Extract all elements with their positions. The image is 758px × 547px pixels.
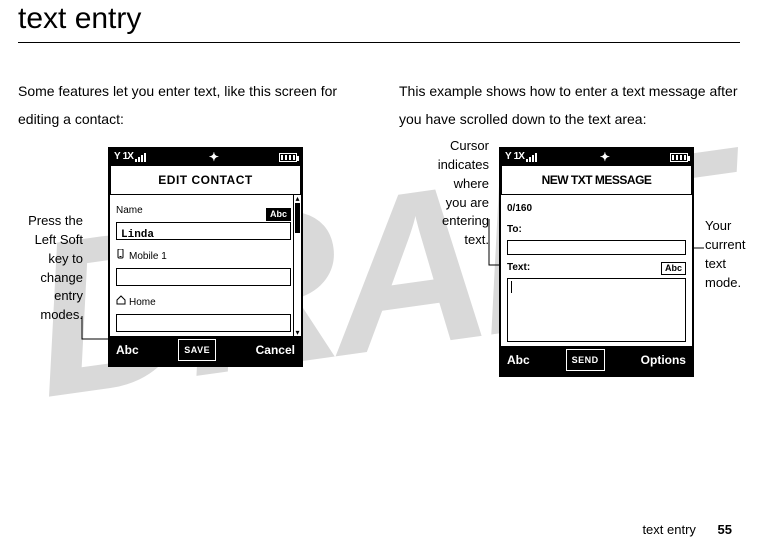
plus-icon: ✦ (209, 145, 219, 169)
home-input[interactable] (116, 314, 291, 332)
screen-body: Name Abc Linda Mobile 1 (110, 195, 301, 336)
to-label: To: (507, 220, 686, 240)
edit-contact-screen: 1X ✦ EDIT CONTACT Name Abc (108, 147, 303, 367)
home-field-label: Home (116, 293, 291, 313)
softkey-row: Abc SEND Options (501, 346, 692, 375)
char-counter: 0/160 (507, 199, 686, 220)
center-softkey[interactable]: SAVE (178, 339, 216, 361)
screen-title: EDIT CONTACT (110, 165, 301, 195)
center-softkey[interactable]: SEND (566, 349, 605, 371)
signal-bars-icon (135, 153, 149, 162)
softkey-row: Abc SAVE Cancel (110, 336, 301, 365)
battery-icon (670, 153, 688, 162)
mobile-field-label: Mobile 1 (116, 247, 291, 267)
left-softkey[interactable]: Abc (116, 338, 139, 362)
new-txt-screen: 1X ✦ NEW TXT MESSAGE 0/160 To: (499, 147, 694, 377)
right-softkey[interactable]: Cancel (256, 338, 295, 362)
right-intro-text: This example shows how to enter a text m… (399, 77, 740, 133)
mobile-icon (116, 247, 126, 267)
cursor-callout: Cursor indicates where you are entering … (427, 137, 489, 250)
page-number: 55 (718, 522, 732, 537)
text-label-row: Text: Abc (507, 258, 686, 278)
name-input[interactable]: Linda (116, 222, 291, 240)
page-footer: text entry 55 (642, 522, 732, 537)
scrollbar[interactable]: ▴ ▾ (293, 195, 300, 336)
status-bar: 1X ✦ (110, 149, 301, 165)
footer-section-label: text entry (642, 522, 695, 537)
text-mode-chip: Abc (661, 262, 686, 275)
plus-icon: ✦ (600, 145, 610, 169)
message-textarea[interactable] (507, 278, 686, 342)
home-icon (116, 293, 126, 313)
antenna-icon (505, 147, 512, 167)
network-1x: 1X (514, 147, 524, 167)
mobile-input[interactable] (116, 268, 291, 286)
left-callout: Press the Left Soft key to change entry … (8, 212, 83, 325)
title-rule (18, 42, 740, 43)
screen-title: NEW TXT MESSAGE (501, 165, 692, 195)
scroll-down-icon[interactable]: ▾ (294, 329, 301, 336)
signal-bars-icon (526, 153, 540, 162)
right-softkey[interactable]: Options (641, 348, 686, 372)
screen-body: 0/160 To: Text: Abc (501, 195, 692, 346)
left-intro-text: Some features let you enter text, like t… (18, 77, 359, 133)
status-bar: 1X ✦ (501, 149, 692, 165)
network-1x: 1X (123, 147, 133, 167)
page-title: text entry (18, 0, 740, 36)
scroll-thumb[interactable] (295, 203, 300, 233)
to-input[interactable] (507, 240, 686, 255)
text-mode-chip: Abc (266, 208, 291, 221)
text-label: Text: (507, 258, 530, 278)
left-softkey[interactable]: Abc (507, 348, 530, 372)
battery-icon (279, 153, 297, 162)
text-cursor (511, 281, 512, 293)
name-field-label: Name (116, 201, 143, 221)
scroll-up-icon[interactable]: ▴ (294, 195, 301, 202)
antenna-icon (114, 147, 121, 167)
mode-callout: Your current text mode. (705, 217, 758, 292)
